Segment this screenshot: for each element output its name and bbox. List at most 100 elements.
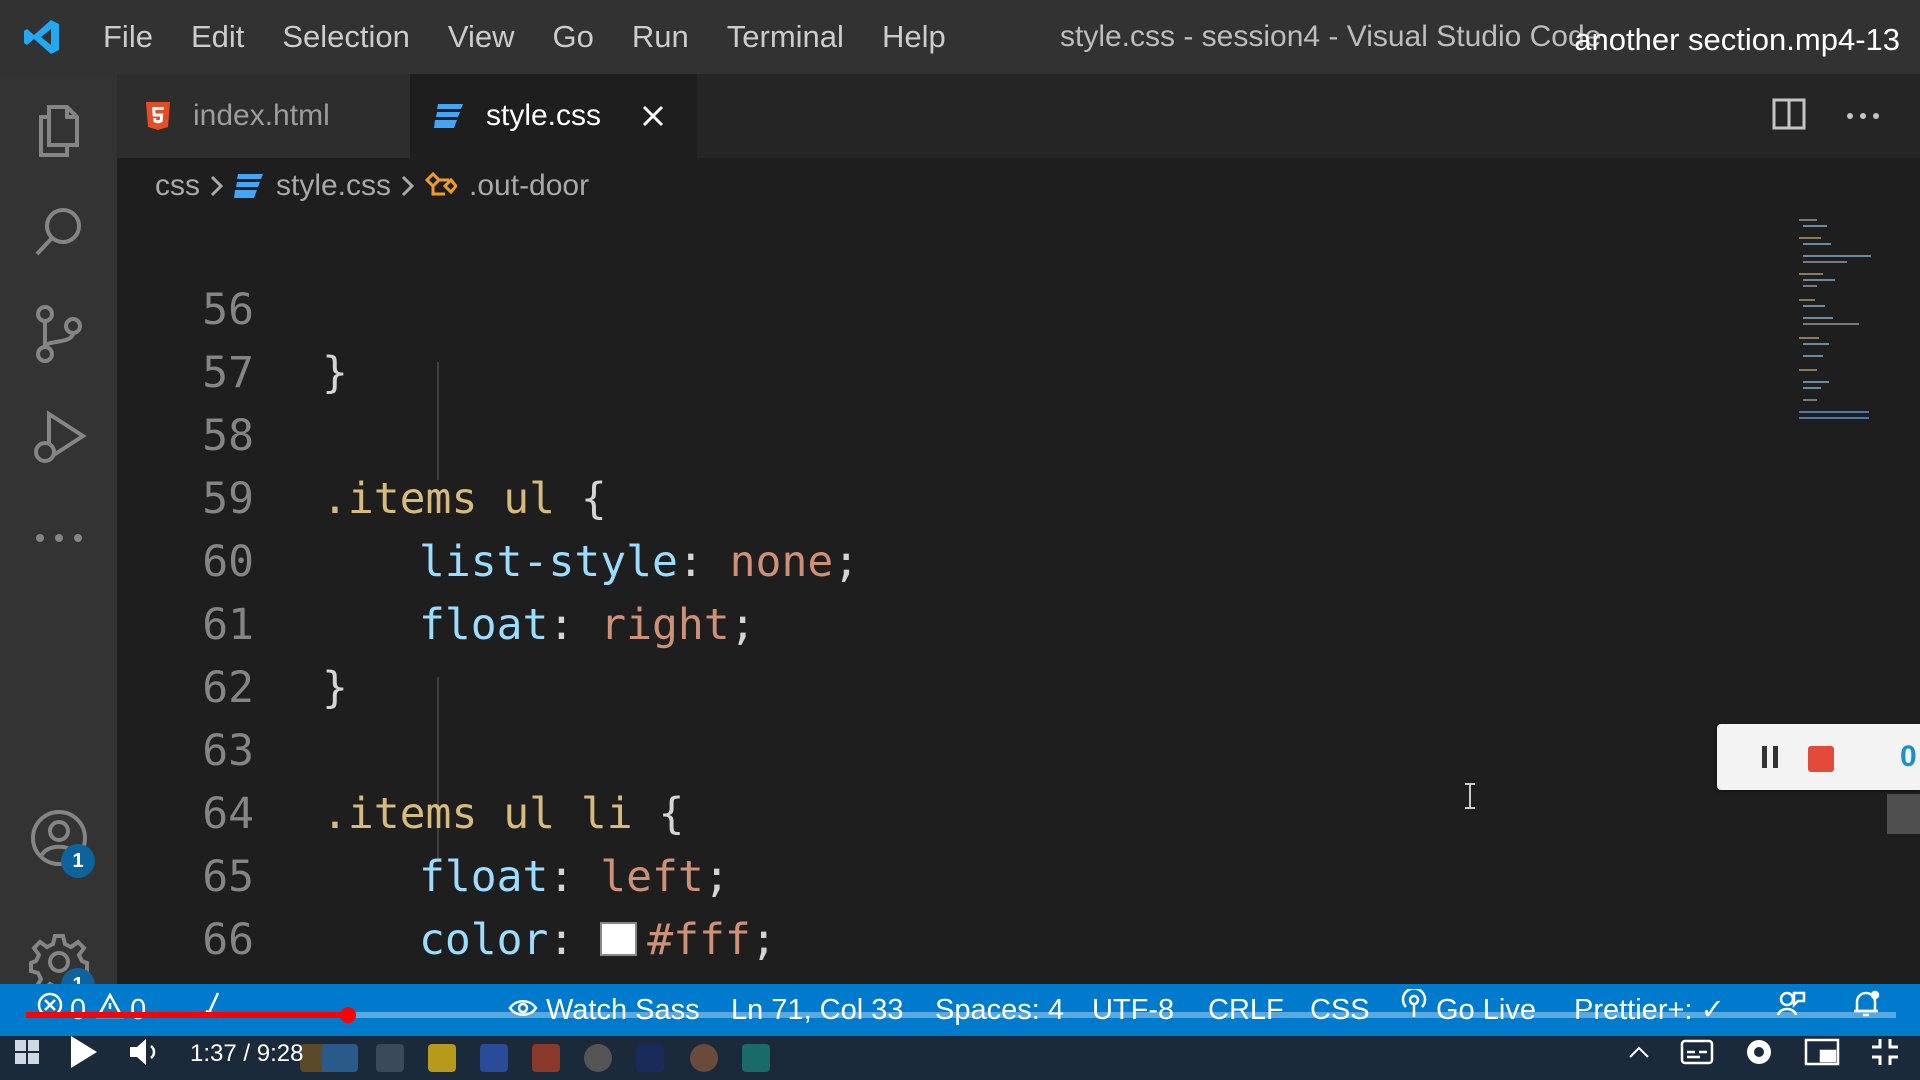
vscode-logo-icon <box>0 0 84 74</box>
menu-file[interactable]: File <box>84 0 172 74</box>
close-icon[interactable] <box>633 96 673 136</box>
html5-icon <box>145 101 171 131</box>
player-right-controls <box>1628 1028 1900 1080</box>
search-icon <box>31 204 87 265</box>
volume-icon[interactable] <box>128 1037 162 1072</box>
subtitles-icon[interactable] <box>1680 1039 1714 1070</box>
app-icon[interactable] <box>376 1044 404 1072</box>
vertical-scrollbar[interactable] <box>1887 214 1920 984</box>
video-progress-bar[interactable] <box>26 1007 1896 1023</box>
app-icon[interactable] <box>480 1044 508 1072</box>
run-debug-button[interactable] <box>0 388 117 488</box>
vscode-taskbar-icon[interactable] <box>322 1044 358 1072</box>
source-control-icon <box>33 304 85 369</box>
activity-bar: 1 1 <box>0 74 117 1002</box>
code-line: 67 } <box>117 909 1787 984</box>
menu-go[interactable]: Go <box>534 0 613 74</box>
accounts-badge: 1 <box>61 844 95 878</box>
encoding[interactable]: UTF-8 <box>1092 984 1174 1036</box>
accounts-button[interactable]: 1 <box>0 790 117 890</box>
chevron-up-icon[interactable] <box>1628 1045 1650 1064</box>
code-line: 66 margin: 20px; <box>117 846 1787 984</box>
menu-selection[interactable]: Selection <box>263 0 429 74</box>
go-live-label: Go Live <box>1436 994 1536 1026</box>
split-editor-icon[interactable] <box>1772 98 1806 135</box>
screen-recorder-icon[interactable] <box>742 1044 770 1072</box>
source-control-button[interactable] <box>0 286 117 386</box>
video-time: 1:37 / 9:28 <box>190 1040 304 1067</box>
code-line: 60 float: right; <box>117 468 1787 650</box>
code-line: 68 <box>117 972 1787 984</box>
watch-sass-button[interactable]: Watch Sass <box>508 984 700 1036</box>
ellipsis-icon <box>34 531 84 549</box>
settings-icon[interactable] <box>1744 1037 1774 1072</box>
eye-icon <box>508 984 538 1036</box>
editor-actions <box>1772 74 1880 158</box>
css3-icon <box>234 173 264 199</box>
recorder-counter: 0 <box>1900 740 1917 773</box>
video-progress-fill <box>26 1012 348 1018</box>
tab-label: style.css <box>486 99 602 132</box>
windows-start-icon[interactable] <box>14 1039 40 1070</box>
menu-bar: File Edit Selection View Go Run Terminal… <box>84 0 965 74</box>
code-line: 57 <box>117 279 1787 398</box>
stop-icon[interactable] <box>1808 746 1834 772</box>
code-editor[interactable]: 56 } 57 58 .items ul { 59 list-style: no… <box>117 214 1787 984</box>
breadcrumb-folder[interactable]: css <box>155 169 200 203</box>
more-actions-icon[interactable] <box>1846 107 1880 125</box>
vscode-window: File Edit Selection View Go Run Terminal… <box>0 0 1920 1080</box>
app-icon[interactable] <box>690 1044 718 1072</box>
video-scrubber[interactable] <box>339 1007 356 1023</box>
cursor-position[interactable]: Ln 71, Col 33 <box>731 984 904 1036</box>
pause-icon[interactable] <box>1755 741 1785 773</box>
window-title: style.css - session4 - Visual Studio Cod… <box>1060 20 1602 53</box>
line-ending[interactable]: CRLF <box>1208 984 1284 1036</box>
fullscreen-exit-icon[interactable] <box>1870 1037 1900 1072</box>
minimap[interactable] <box>1787 214 1887 984</box>
code-line: 65 color: #fff; <box>117 783 1787 965</box>
go-live-button[interactable]: Go Live <box>1400 984 1536 1036</box>
explorer-button[interactable] <box>0 82 117 182</box>
chevron-right-icon <box>401 175 415 197</box>
code-line: 64 float: left; <box>117 720 1787 902</box>
code-line: 58 .items ul { <box>117 342 1787 524</box>
chevron-right-icon <box>210 175 224 197</box>
tab-label: index.html <box>193 99 330 132</box>
broadcast-icon <box>1400 984 1428 1036</box>
breadcrumb-symbol[interactable]: .out-door <box>469 169 589 203</box>
app-icon[interactable] <box>584 1044 612 1072</box>
run-debug-icon <box>29 406 89 471</box>
breadcrumb-file[interactable]: style.css <box>276 169 391 203</box>
language-mode[interactable]: CSS <box>1310 984 1370 1036</box>
scrollbar-thumb[interactable] <box>1887 794 1920 834</box>
search-button[interactable] <box>0 184 117 284</box>
code-line: 56 } <box>117 216 1787 398</box>
play-icon[interactable] <box>68 1034 100 1075</box>
symbol-class-icon <box>425 172 458 200</box>
menu-view[interactable]: View <box>429 0 534 74</box>
editor-tab-bar: index.html style.css <box>117 74 1920 158</box>
more-views-button[interactable] <box>0 490 117 590</box>
indentation[interactable]: Spaces: 4 <box>935 984 1064 1036</box>
video-title: another section.mp4-13 <box>1574 22 1900 57</box>
code-line: 61 } <box>117 531 1787 713</box>
app-icon[interactable] <box>532 1044 560 1072</box>
menu-terminal[interactable]: Terminal <box>708 0 863 74</box>
sticky-notes-icon[interactable] <box>428 1044 456 1072</box>
menu-run[interactable]: Run <box>613 0 708 74</box>
title-bar: File Edit Selection View Go Run Terminal… <box>0 0 1920 74</box>
player-controls: 1:37 / 9:28 <box>14 1028 303 1080</box>
tab-style-css[interactable]: style.css <box>410 74 697 158</box>
miniplayer-icon[interactable] <box>1804 1038 1840 1071</box>
files-icon <box>33 101 85 164</box>
tab-index-html[interactable]: index.html <box>117 74 410 158</box>
css3-icon <box>434 103 464 129</box>
photoshop-icon[interactable] <box>636 1044 664 1072</box>
code-line: 62 <box>117 594 1787 713</box>
screen-recorder-widget: 0 <box>1717 724 1920 790</box>
code-line: 59 list-style: none; <box>117 405 1787 587</box>
menu-edit[interactable]: Edit <box>172 0 263 74</box>
text-cursor-icon <box>1463 782 1477 815</box>
menu-help[interactable]: Help <box>863 0 965 74</box>
breadcrumb: css style.css .out-door <box>117 158 1920 214</box>
